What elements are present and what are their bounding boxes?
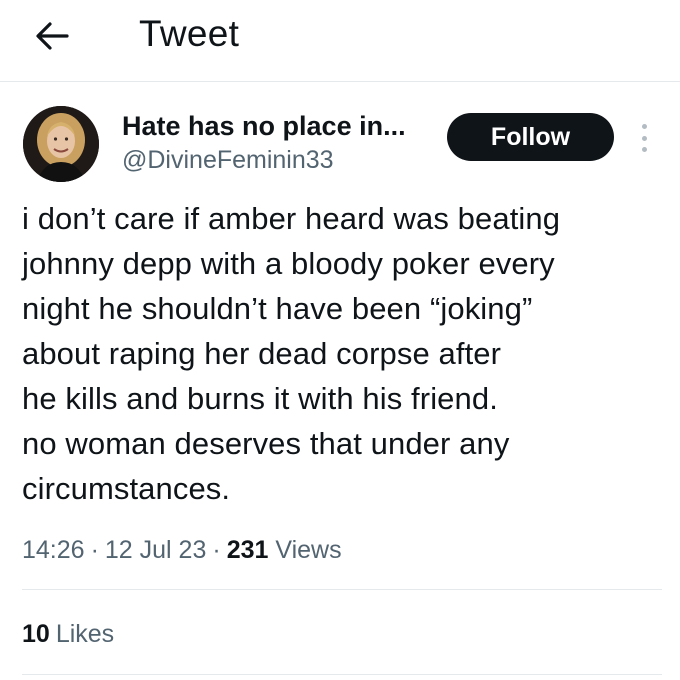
tweet-text-line: about raping her dead corpse after (22, 336, 502, 371)
divider (22, 674, 662, 675)
author-display-name[interactable]: Hate has no place in... (122, 109, 406, 143)
tweet-text-line: i don’t care if amber heard was beating (22, 201, 561, 236)
tweet-text-line: johnny depp with a bloody poker every (22, 246, 555, 281)
views-label: Views (275, 536, 342, 564)
page-title: Tweet (139, 13, 240, 54)
avatar[interactable] (23, 106, 99, 182)
arrow-left-icon (36, 22, 69, 50)
profile-photo (23, 106, 99, 182)
more-vertical-icon (641, 135, 647, 141)
back-button[interactable] (30, 14, 74, 58)
tweet-time[interactable]: 14:26 (22, 536, 85, 564)
likes-label: Likes (55, 620, 115, 648)
more-options-button[interactable] (632, 118, 656, 158)
meta-separator: · (90, 536, 99, 564)
views-count: 231 (226, 536, 269, 564)
tweet-text-line: no woman deserves that under any (22, 426, 510, 461)
tweet-body: i don’t care if amber heard was beating … (22, 196, 662, 511)
more-vertical-icon (641, 124, 647, 129)
follow-button[interactable]: Follow (447, 113, 614, 161)
tweet-detail-page: Tweet Hate has no place in... @DivineFem… (0, 0, 680, 680)
author-handle[interactable]: @DivineFeminin33 (122, 144, 334, 176)
likes-stat[interactable]: 10 Likes (22, 618, 114, 650)
likes-count: 10 (22, 620, 50, 648)
more-vertical-icon (641, 147, 647, 152)
tweet-text-line: night he shouldn’t have been “joking” (22, 291, 533, 326)
divider (22, 589, 662, 590)
top-bar: Tweet (0, 0, 680, 82)
tweet-date[interactable]: 12 Jul 23 (105, 536, 206, 564)
tweet-metadata: 14:26 · 12 Jul 23 · 231 Views (22, 534, 342, 566)
tweet-text-line: he kills and burns it with his friend. (22, 381, 498, 416)
meta-separator: · (212, 536, 221, 564)
tweet-text-line: circumstances. (22, 471, 231, 506)
